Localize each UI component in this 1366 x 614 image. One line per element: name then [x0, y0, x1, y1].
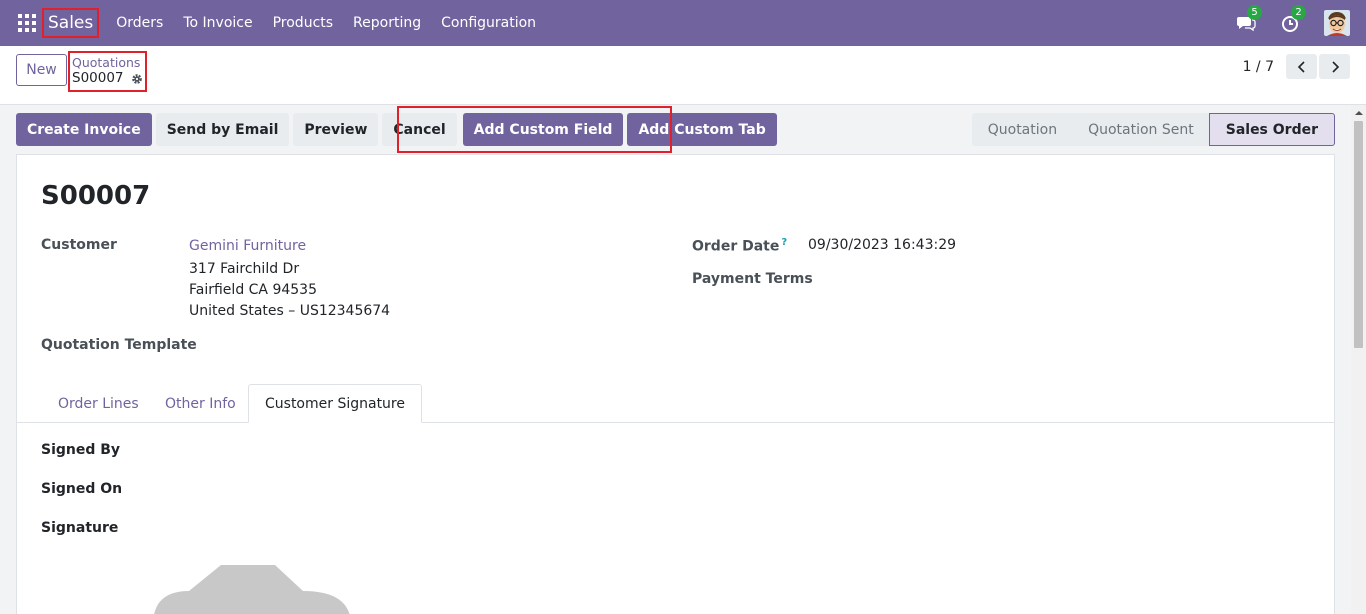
messages-badge: 5 — [1247, 5, 1262, 20]
new-button[interactable]: New — [16, 54, 67, 86]
customer-address-line1: 317 Fairchild Dr — [189, 261, 300, 277]
menu-item-reporting[interactable]: Reporting — [343, 15, 431, 31]
systray: 5 2 — [1236, 0, 1366, 46]
pager-value[interactable]: 1 / 7 — [1243, 59, 1274, 75]
chevron-left-icon — [1297, 60, 1305, 73]
pager: 1 / 7 — [1243, 54, 1350, 79]
payment-terms-label: Payment Terms — [692, 271, 813, 287]
activities-clock-icon[interactable]: 2 — [1280, 5, 1306, 33]
stage-quotation-sent[interactable]: Quotation Sent — [1072, 113, 1210, 146]
signed-on-label: Signed On — [41, 481, 123, 497]
quotation-template-label: Quotation Template — [41, 337, 197, 353]
pager-next-button[interactable] — [1319, 54, 1350, 79]
scroll-up-arrow-icon[interactable] — [1351, 105, 1366, 120]
menu-item-configuration[interactable]: Configuration — [431, 15, 546, 31]
notebook-tabs: Order Lines Other Info Customer Signatur… — [17, 384, 1334, 423]
top-navbar: Sales Orders To Invoice Products Reporti… — [0, 0, 1366, 46]
tab-other-info[interactable]: Other Info — [149, 384, 252, 423]
menu-item-products[interactable]: Products — [263, 15, 343, 31]
chevron-right-icon — [1331, 60, 1339, 73]
send-by-email-button[interactable]: Send by Email — [155, 113, 290, 146]
customer-label: Customer — [41, 237, 117, 253]
menu-item-to-invoice[interactable]: To Invoice — [173, 15, 262, 31]
record-title: S00007 — [41, 181, 151, 211]
breadcrumb-parent-link[interactable]: Quotations — [72, 55, 145, 70]
tab-customer-signature[interactable]: Customer Signature — [248, 384, 422, 423]
form-sheet: S00007 Customer Gemini Furniture 317 Fai… — [16, 154, 1335, 614]
control-panel: New Quotations S00007 1 / 7 — [0, 46, 1366, 105]
breadcrumb: Quotations S00007 — [68, 51, 147, 92]
preview-button[interactable]: Preview — [293, 113, 379, 146]
messages-icon[interactable]: 5 — [1236, 5, 1262, 33]
order-date-label: Order Date? — [692, 237, 788, 255]
page-scrollbar[interactable] — [1351, 105, 1366, 614]
menu-item-orders[interactable]: Orders — [106, 15, 173, 31]
customer-name-link[interactable]: Gemini Furniture — [189, 238, 306, 254]
customer-address-line2: Fairfield CA 94535 — [189, 282, 317, 298]
stage-sales-order[interactable]: Sales Order — [1208, 113, 1335, 146]
gear-icon[interactable] — [131, 73, 143, 85]
apps-menu-icon[interactable] — [18, 14, 36, 32]
user-avatar[interactable] — [1324, 10, 1350, 36]
create-invoice-button[interactable]: Create Invoice — [16, 113, 152, 146]
signature-placeholder-image[interactable] — [153, 565, 353, 614]
activities-badge: 2 — [1291, 5, 1306, 20]
app-brand[interactable]: Sales — [42, 8, 100, 38]
signed-by-label: Signed By — [41, 442, 121, 458]
help-tooltip-icon[interactable]: ? — [781, 237, 787, 248]
signature-label: Signature — [41, 520, 119, 536]
highlight-box — [397, 106, 672, 153]
status-bar: Quotation Quotation Sent Sales Order — [971, 113, 1335, 146]
scroll-thumb[interactable] — [1354, 121, 1363, 348]
stage-quotation[interactable]: Quotation — [971, 113, 1074, 146]
pager-previous-button[interactable] — [1286, 54, 1317, 79]
main-menu: Orders To Invoice Products Reporting Con… — [106, 15, 546, 31]
customer-address-line3: United States – US12345674 — [189, 303, 391, 319]
breadcrumb-current: S00007 — [72, 70, 145, 87]
breadcrumb-current-label: S00007 — [72, 70, 124, 86]
tab-order-lines[interactable]: Order Lines — [42, 384, 155, 423]
order-date-value[interactable]: 09/30/2023 16:43:29 — [808, 237, 956, 253]
